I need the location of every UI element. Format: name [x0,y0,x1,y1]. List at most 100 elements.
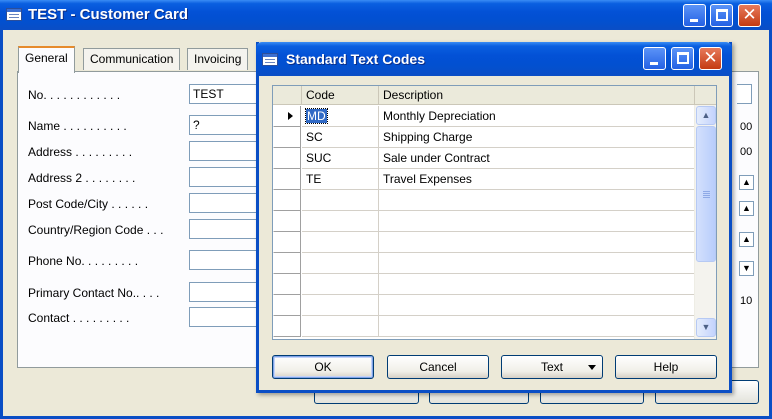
tab-general[interactable]: General [18,46,75,73]
tab-invoicing[interactable]: Invoicing [187,48,249,70]
assist-button[interactable]: ▲ [739,232,754,247]
field-label-address2: Address 2 . . . . . . . . [28,171,136,185]
description-cell[interactable] [379,274,695,295]
tab-communication[interactable]: Communication [83,48,181,70]
code-cell[interactable] [302,316,379,337]
code-cell[interactable]: SC [302,127,379,148]
description-cell[interactable] [379,190,695,211]
description-cell[interactable] [379,232,695,253]
dialog-maximize-button[interactable] [671,47,694,70]
row-selector[interactable] [273,127,301,148]
field-label-address: Address . . . . . . . . . [28,145,133,159]
code-cell[interactable] [302,295,379,316]
description-cell[interactable] [379,253,695,274]
field-label-country-region: Country/Region Code . . . [28,223,164,237]
minimize-icon [650,62,658,65]
close-button[interactable]: ✕ [738,4,761,27]
row-selector[interactable] [273,211,301,232]
table-row[interactable]: TE Travel Expenses [273,169,695,190]
table-row[interactable] [273,295,695,316]
ok-button[interactable]: OK [272,355,374,379]
codes-table[interactable]: Code Description MD Monthly Depreciation… [272,85,717,340]
code-cell[interactable]: TE [302,169,379,190]
row-selector[interactable] [273,169,301,190]
minimize-button[interactable] [683,4,706,27]
cancel-button[interactable]: Cancel [387,355,489,379]
right-value-stub: 00 [740,121,753,133]
standard-text-codes-dialog: Standard Text Codes ✕ Code Description M… [256,42,732,393]
dialog-close-button[interactable]: ✕ [699,47,722,70]
table-row[interactable] [273,190,695,211]
description-cell[interactable]: Shipping Charge [379,127,695,148]
maximize-icon [716,9,728,21]
row-selector[interactable] [273,316,301,337]
row-selector[interactable] [273,190,301,211]
dialog-titlebar[interactable]: Standard Text Codes ✕ [256,42,732,76]
row-selector[interactable] [273,253,301,274]
table-row[interactable] [273,211,695,232]
code-cell[interactable] [302,211,379,232]
table-row[interactable] [273,274,695,295]
table-row[interactable]: SUC Sale under Contract [273,148,695,169]
dialog-minimize-button[interactable] [643,47,666,70]
field-label-contact: Contact . . . . . . . . . [28,311,130,325]
code-cell[interactable] [302,190,379,211]
scroll-up-button[interactable]: ▲ [696,106,716,125]
chevron-up-icon: ▲ [701,110,711,120]
row-selector[interactable] [273,148,301,169]
description-cell[interactable]: Monthly Depreciation [379,106,695,127]
vertical-scrollbar[interactable]: ▲ ▼ [694,105,716,339]
text-menu-button[interactable]: Text [501,355,603,379]
scroll-down-button[interactable]: ▼ [696,318,716,337]
column-header-code[interactable]: Code [302,86,379,105]
table-row[interactable]: MD Monthly Depreciation [273,106,695,127]
column-header-description[interactable]: Description [379,86,695,105]
row-selector[interactable] [273,274,301,295]
code-cell[interactable] [302,253,379,274]
assist-button[interactable]: ▲ [739,175,754,190]
main-titlebar[interactable]: TEST - Customer Card ✕ [0,0,772,30]
field-label-phone: Phone No. . . . . . . . . [28,254,139,268]
code-cell[interactable] [302,232,379,253]
description-cell[interactable] [379,316,695,337]
tab-label: General [25,51,68,65]
description-cell[interactable] [379,211,695,232]
table-row[interactable] [273,253,695,274]
minimize-icon [690,19,698,22]
menu-arrow-icon [588,365,596,370]
code-cell[interactable]: SUC [302,148,379,169]
right-value-stub: 00 [740,146,753,158]
dialog-title: Standard Text Codes [286,51,425,67]
maximize-button[interactable] [710,4,733,27]
table-row[interactable]: SC Shipping Charge [273,127,695,148]
description-cell[interactable]: Travel Expenses [379,169,695,190]
row-selector[interactable] [273,295,301,316]
down-arrow-icon: ▼ [742,263,751,273]
right-value-stub: 10 [740,295,753,307]
close-icon: ✕ [742,5,757,25]
help-button[interactable]: Help [615,355,717,379]
field-label-primary-contact: Primary Contact No.. . . . [28,286,160,300]
current-row-pointer-icon [288,112,293,120]
scroll-thumb[interactable] [696,126,716,262]
focused-code-value: MD [305,108,328,124]
field-label-no: No. . . . . . . . . . . . [28,88,121,102]
table-row[interactable] [273,316,695,337]
up-arrow-icon: ▲ [742,203,751,213]
description-cell[interactable] [379,295,695,316]
description-cell[interactable]: Sale under Contract [379,148,695,169]
row-selector[interactable] [273,232,301,253]
table-row[interactable] [273,232,695,253]
table-header: Code Description [273,86,716,105]
maximize-icon [677,52,689,64]
assist-button[interactable]: ▲ [739,201,754,216]
code-cell[interactable] [302,274,379,295]
right-field-stub[interactable] [737,84,752,104]
main-window-title: TEST - Customer Card [28,6,189,23]
row-selector[interactable] [273,106,301,127]
code-cell[interactable]: MD [302,106,379,127]
list-window-icon [262,53,278,66]
tab-label: Communication [90,52,174,66]
dropdown-button[interactable]: ▼ [739,261,754,276]
up-arrow-icon: ▲ [742,177,751,187]
